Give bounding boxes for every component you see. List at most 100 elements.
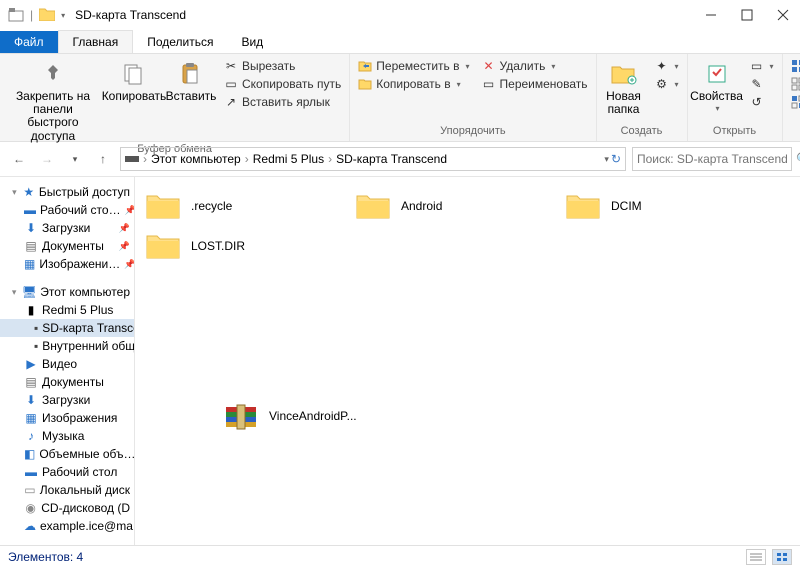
star-icon: ★ [23, 185, 35, 199]
drive-icon [125, 152, 139, 166]
tree-redmi[interactable]: ▮Redmi 5 Plus [0, 301, 134, 319]
invert-selection-button[interactable]: Обратить выделение [787, 94, 800, 110]
new-item-button[interactable]: ✦▾ [651, 58, 683, 74]
tree-documents2[interactable]: ▤Документы [0, 373, 134, 391]
file-item-folder[interactable]: Android [351, 187, 533, 225]
ribbon-group-select: Выделить все Снять выделение Обратить вы… [783, 54, 800, 141]
file-name: DCIM [611, 199, 642, 213]
select-none-button[interactable]: Снять выделение [787, 76, 800, 92]
folder-icon [563, 189, 603, 223]
tree-documents[interactable]: ▤Документы📌 [0, 237, 134, 255]
file-item-folder[interactable]: DCIM [561, 187, 743, 225]
delete-button[interactable]: ✕Удалить▾ [478, 58, 592, 74]
tree-onedrive[interactable]: ☁example.ice@ma… [0, 517, 134, 535]
tab-view[interactable]: Вид [227, 31, 277, 53]
paste-shortcut-button[interactable]: ↗Вставить ярлык [220, 94, 345, 110]
maximize-button[interactable] [738, 6, 756, 24]
tree-this-pc[interactable]: ▾🖥Этот компьютер [0, 283, 134, 301]
open-group-label: Открыть [692, 125, 778, 139]
move-to-button[interactable]: Переместить в▾ [354, 58, 473, 74]
pin-icon [38, 60, 68, 88]
nav-forward-button[interactable]: → [36, 148, 58, 170]
edit-icon: ✎ [750, 77, 764, 91]
shortcut-icon: ↗ [224, 95, 238, 109]
breadcrumb-item[interactable]: Redmi 5 Plus [253, 152, 324, 166]
tree-3d[interactable]: ◧Объемные объ… [0, 445, 134, 463]
breadcrumb-item[interactable]: SD-карта Transcend [336, 152, 447, 166]
tab-home[interactable]: Главная [58, 30, 134, 53]
history-button[interactable]: ↺ [746, 94, 778, 110]
nav-tree[interactable]: ▾★Быстрый доступ ▬Рабочий сто…📌 ⬇Загрузк… [0, 177, 135, 545]
qat-dropdown-icon[interactable]: ▾ [61, 11, 65, 20]
cube-icon: ◧ [24, 447, 35, 461]
tree-video[interactable]: ▶Видео [0, 355, 134, 373]
view-details-button[interactable] [746, 549, 766, 565]
copy-path-button[interactable]: ▭Скопировать путь [220, 76, 345, 92]
view-icons-button[interactable] [772, 549, 792, 565]
select-all-button[interactable]: Выделить все [787, 58, 800, 74]
close-button[interactable] [774, 6, 792, 24]
tree-downloads[interactable]: ⬇Загрузки📌 [0, 219, 134, 237]
breadcrumb[interactable]: › Этот компьютер › Redmi 5 Plus › SD-кар… [120, 147, 626, 171]
file-name: Android [401, 199, 442, 213]
file-item-folder[interactable]: LOST.DIR [141, 227, 323, 265]
easy-access-button[interactable]: ⚙▾ [651, 76, 683, 92]
ribbon-group-clipboard: Закрепить на панели быстрого доступа Коп… [0, 54, 350, 141]
tree-pictures2[interactable]: ▦Изображения [0, 409, 134, 427]
new-folder-icon [609, 60, 639, 88]
nav-back-button[interactable]: ← [8, 148, 30, 170]
pin-icon: 📌 [124, 259, 135, 270]
copy-to-button[interactable]: Копировать в▾ [354, 76, 473, 92]
chevron-down-icon: ▾ [551, 62, 555, 71]
tree-desktop[interactable]: ▬Рабочий сто…📌 [0, 201, 134, 219]
breadcrumb-item[interactable]: Этот компьютер [151, 152, 241, 166]
tree-internal[interactable]: ▪Внутренний общий [0, 337, 134, 355]
file-item-folder[interactable]: .recycle [141, 187, 323, 225]
new-folder-label: Новая папка [606, 90, 641, 116]
copy-button[interactable]: Копировать [106, 56, 162, 103]
tree-local-disk[interactable]: ▭Локальный диск [0, 481, 134, 499]
tree-sdcard[interactable]: ▪SD-карта Transcend [0, 319, 134, 337]
rename-button[interactable]: ▭Переименовать [478, 76, 592, 92]
refresh-button[interactable]: ↻ [611, 152, 621, 166]
properties-icon [702, 60, 732, 88]
nav-history-button[interactable]: ▾ [64, 148, 86, 170]
sdcard-icon: ▪ [34, 321, 38, 335]
pin-icon: 📌 [119, 241, 130, 252]
tab-file[interactable]: Файл [0, 31, 58, 53]
search-box[interactable]: 🔍 [632, 147, 792, 171]
chevron-down-icon: ▾ [716, 105, 720, 114]
tree-cd-drive[interactable]: ◉CD-дисковод (D [0, 499, 134, 517]
chevron-right-icon: › [326, 152, 334, 166]
history-icon: ↺ [750, 95, 764, 109]
rename-icon: ▭ [482, 77, 496, 91]
properties-button[interactable]: Свойства ▾ [692, 56, 742, 114]
pin-button[interactable]: Закрепить на панели быстрого доступа [4, 56, 102, 143]
window-title: SD-карта Transcend [75, 8, 186, 22]
file-list[interactable]: .recycle LOST.DIR Android DCIM [135, 177, 800, 545]
search-icon[interactable]: 🔍 [796, 152, 800, 166]
open-button[interactable]: ▭▾ [746, 58, 778, 74]
tree-quick-access[interactable]: ▾★Быстрый доступ [0, 183, 134, 201]
tab-share[interactable]: Поделиться [133, 31, 227, 53]
edit-button[interactable]: ✎ [746, 76, 778, 92]
tree-music[interactable]: ♪Музыка [0, 427, 134, 445]
storage-icon: ▪ [34, 339, 38, 353]
tree-desktop2[interactable]: ▬Рабочий стол [0, 463, 134, 481]
minimize-button[interactable] [702, 6, 720, 24]
cd-icon: ◉ [24, 501, 37, 515]
new-folder-button[interactable]: Новая папка [601, 56, 647, 116]
paste-button[interactable]: Вставить [166, 56, 216, 103]
nav-up-button[interactable]: ↑ [92, 148, 114, 170]
breadcrumb-dropdown-icon[interactable]: ▾ [604, 154, 609, 165]
archive-icon [221, 399, 261, 433]
ribbon-group-organize: Переместить в▾ Копировать в▾ ✕Удалить▾ ▭… [350, 54, 596, 141]
cut-button[interactable]: ✂Вырезать [220, 58, 345, 74]
chevron-down-icon: ▾ [10, 187, 19, 198]
tree-downloads2[interactable]: ⬇Загрузки [0, 391, 134, 409]
cloud-icon: ☁ [24, 519, 36, 533]
folder-icon [143, 229, 183, 263]
search-input[interactable] [637, 152, 792, 166]
tree-pictures[interactable]: ▦Изображени…📌 [0, 255, 134, 273]
file-item-archive[interactable]: VinceAndroidP... [219, 397, 399, 435]
